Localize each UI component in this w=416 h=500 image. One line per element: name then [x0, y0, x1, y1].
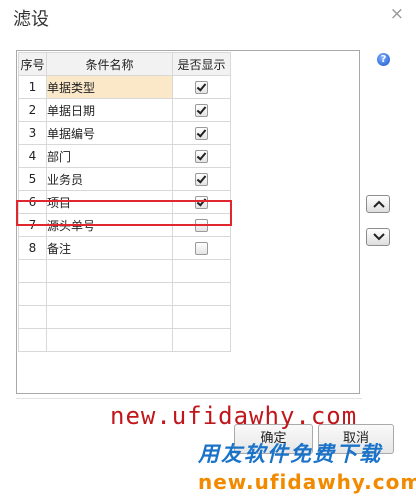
row-condition-name[interactable]: 备注 — [46, 236, 173, 260]
row-show-cell — [172, 121, 231, 145]
row-condition-name[interactable]: 业务员 — [46, 167, 173, 191]
table-row[interactable]: 8 备注 — [18, 236, 231, 260]
show-checkbox[interactable] — [195, 81, 208, 94]
table-row[interactable]: 2 单据日期 — [18, 98, 231, 122]
filter-grid: 序号 条件名称 是否显示 1 单据类型 2 单据日期 3 单据编号 4 部门 5 业务员 6 项目 7 源… — [18, 52, 231, 352]
table-row[interactable]: 5 业务员 — [18, 167, 231, 191]
watermark-slogan: 用友软件免费下载 — [198, 442, 382, 466]
title-bar: 滤设 × — [0, 0, 416, 32]
row-condition-name[interactable]: 单据类型 — [46, 75, 173, 99]
column-header-name[interactable]: 条件名称 — [46, 52, 173, 76]
table-row[interactable]: 6 项目 — [18, 190, 231, 214]
filter-grid-panel: 序号 条件名称 是否显示 1 单据类型 2 单据日期 3 单据编号 4 部门 5 业务员 6 项目 7 源… — [16, 50, 360, 394]
show-checkbox[interactable] — [195, 196, 208, 209]
grid-header-row: 序号 条件名称 是否显示 — [18, 52, 231, 76]
row-show-cell — [172, 236, 231, 260]
show-checkbox[interactable] — [195, 219, 208, 232]
table-row[interactable]: 7 源头单号 — [18, 213, 231, 237]
row-seq: 1 — [18, 75, 47, 99]
show-checkbox[interactable] — [195, 127, 208, 140]
show-checkbox[interactable] — [195, 173, 208, 186]
row-show-cell — [172, 75, 231, 99]
chevron-up-icon — [373, 200, 385, 208]
dialog-title: 滤设 — [13, 9, 49, 30]
row-condition-name[interactable]: 部门 — [46, 144, 173, 168]
show-checkbox[interactable] — [195, 150, 208, 163]
footer-divider — [16, 398, 362, 399]
table-row[interactable]: 1 单据类型 — [18, 75, 231, 99]
show-checkbox[interactable] — [195, 242, 208, 255]
move-up-button[interactable] — [366, 195, 390, 213]
row-condition-name[interactable]: 单据日期 — [46, 98, 173, 122]
row-show-cell — [172, 144, 231, 168]
row-seq: 2 — [18, 98, 47, 122]
table-row[interactable]: 3 单据编号 — [18, 121, 231, 145]
show-checkbox[interactable] — [195, 104, 208, 117]
row-seq: 3 — [18, 121, 47, 145]
column-header-show[interactable]: 是否显示 — [172, 52, 231, 76]
close-icon[interactable]: × — [390, 4, 404, 24]
watermark-url-secondary: new.ufidawhy.com — [198, 470, 416, 494]
row-seq: 4 — [18, 144, 47, 168]
row-show-cell — [172, 98, 231, 122]
row-condition-name[interactable]: 单据编号 — [46, 121, 173, 145]
row-show-cell — [172, 213, 231, 237]
move-down-button[interactable] — [366, 228, 390, 246]
row-seq: 7 — [18, 213, 47, 237]
row-seq: 5 — [18, 167, 47, 191]
row-condition-name[interactable]: 源头单号 — [46, 213, 173, 237]
row-seq: 8 — [18, 236, 47, 260]
watermark-url: new.ufidawhy.com — [110, 402, 358, 430]
row-seq: 6 — [18, 190, 47, 214]
row-condition-name[interactable]: 项目 — [46, 190, 173, 214]
row-show-cell — [172, 167, 231, 191]
table-row[interactable]: 4 部门 — [18, 144, 231, 168]
row-show-cell — [172, 190, 231, 214]
column-header-seq[interactable]: 序号 — [18, 52, 47, 76]
question-circle-icon[interactable]: ? — [377, 53, 390, 66]
chevron-down-icon — [373, 233, 385, 241]
